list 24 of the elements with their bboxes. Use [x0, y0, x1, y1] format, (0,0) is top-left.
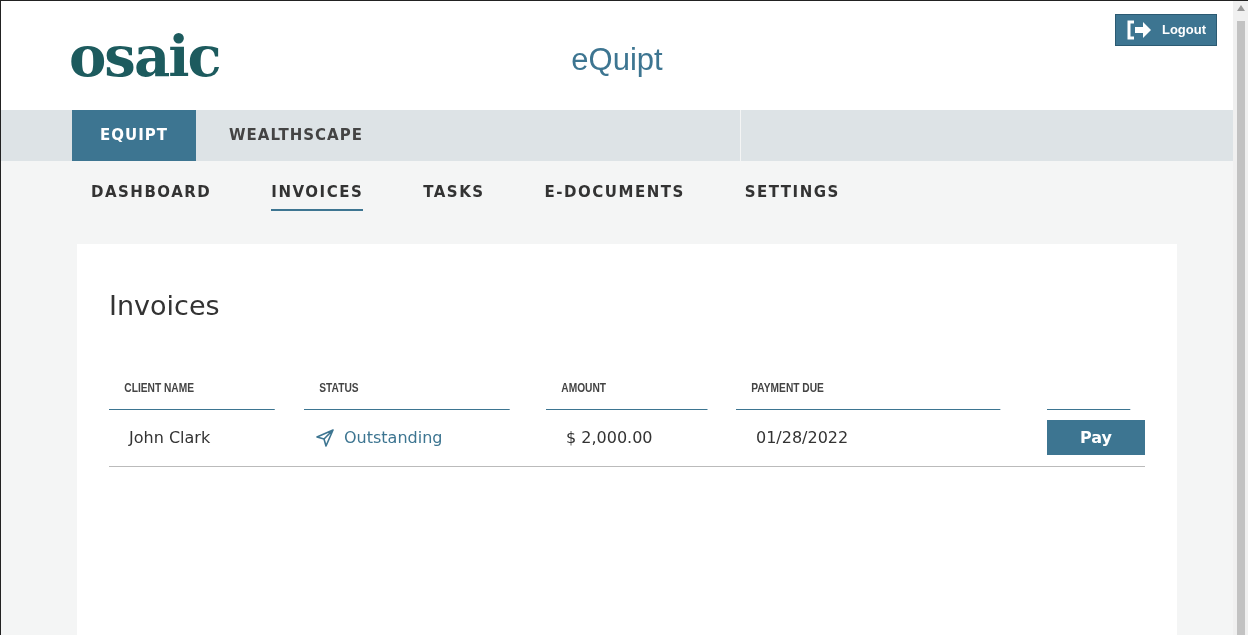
app-title: eQuipt: [571, 41, 663, 79]
nav-link[interactable]: TASKS: [423, 175, 485, 211]
column-header: AMOUNT: [546, 378, 708, 410]
page-title: Invoices: [109, 289, 221, 323]
logout-button[interactable]: Logout: [1114, 14, 1217, 46]
table-cell: 01/28/2022: [736, 409, 1047, 467]
paper-plane-icon: [316, 428, 334, 447]
column-header: STATUS: [304, 378, 510, 410]
column-header: CLIENT NAME: [109, 378, 275, 410]
logout-icon: [1125, 20, 1152, 40]
column-header: PAYMENT DUE: [736, 378, 1001, 410]
scroll-up-icon[interactable]: [1236, 5, 1245, 11]
nav-link[interactable]: SETTINGS: [744, 175, 840, 211]
tab[interactable]: WEALTHSCAPE: [196, 110, 396, 161]
nav-link[interactable]: E-DOCUMENTS: [544, 175, 685, 211]
scrollbar-thumb[interactable]: [1236, 21, 1245, 635]
logo: osaic: [69, 27, 220, 84]
table-cell: John Clark: [109, 409, 304, 467]
table-cell: $ 2,000.00: [546, 409, 736, 467]
tab[interactable]: EQUIPT: [72, 110, 196, 161]
nav-link[interactable]: INVOICES: [271, 175, 364, 211]
status-link[interactable]: Outstanding: [304, 409, 546, 467]
pay-button[interactable]: Pay: [1047, 420, 1145, 455]
nav-link[interactable]: DASHBOARD: [91, 175, 212, 211]
